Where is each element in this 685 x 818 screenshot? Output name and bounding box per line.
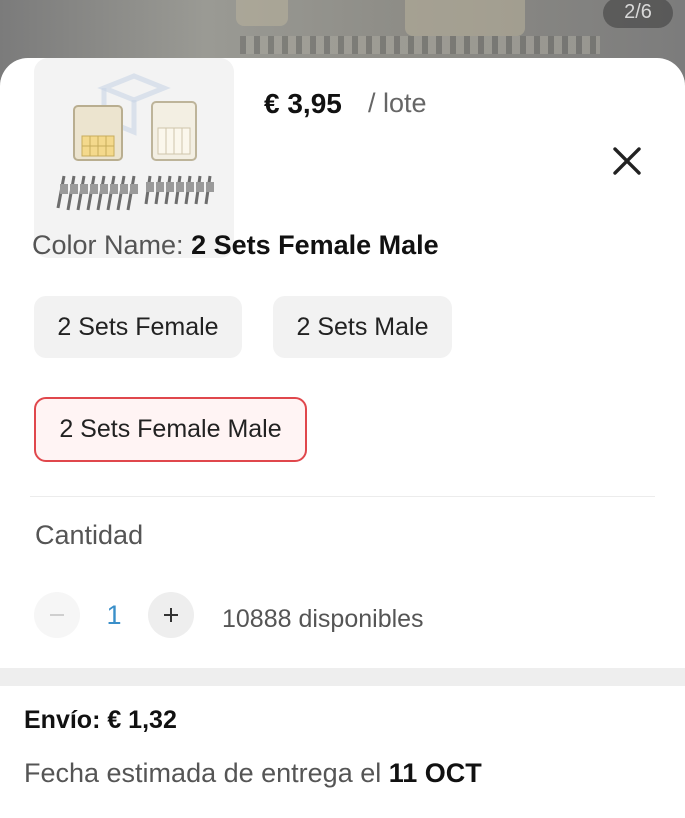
variant-selected-value: 2 Sets Female Male xyxy=(191,230,439,260)
quantity-increase-button[interactable] xyxy=(148,592,194,638)
quantity-decrease-button[interactable] xyxy=(34,592,80,638)
variant-label: Color Name: xyxy=(32,230,184,260)
product-thumbnail[interactable] xyxy=(34,58,234,258)
background-product-image xyxy=(236,0,288,26)
variant-heading: Color Name: 2 Sets Female Male xyxy=(32,230,439,261)
variant-option-2-sets-female-male[interactable]: 2 Sets Female Male xyxy=(34,397,307,462)
close-icon xyxy=(613,147,641,175)
product-price: € 3,95 xyxy=(264,88,342,119)
plus-icon xyxy=(164,608,178,622)
minus-icon xyxy=(50,614,64,616)
variant-option-2-sets-male[interactable]: 2 Sets Male xyxy=(273,296,452,358)
quantity-label: Cantidad xyxy=(35,520,144,550)
section-divider xyxy=(30,496,655,497)
delivery-estimate: Fecha estimada de entrega el 11 OCT xyxy=(24,758,482,789)
background-product-image xyxy=(405,0,525,36)
shipping-cost: Envío: € 1,32 xyxy=(24,706,177,734)
connector-kit-icon xyxy=(56,73,214,211)
stock-available: 10888 disponibles xyxy=(222,605,424,633)
quantity-value[interactable]: 1 xyxy=(96,600,132,631)
price-unit: / lote xyxy=(368,88,427,118)
section-separator xyxy=(0,668,685,686)
delivery-date: 11 OCT xyxy=(388,758,482,788)
background-product-image xyxy=(240,36,600,54)
delivery-prefix: Fecha estimada de entrega el xyxy=(24,758,382,788)
close-button[interactable] xyxy=(604,138,650,184)
image-counter-badge: 2/6 xyxy=(603,0,673,28)
variant-option-2-sets-female[interactable]: 2 Sets Female xyxy=(34,296,242,358)
